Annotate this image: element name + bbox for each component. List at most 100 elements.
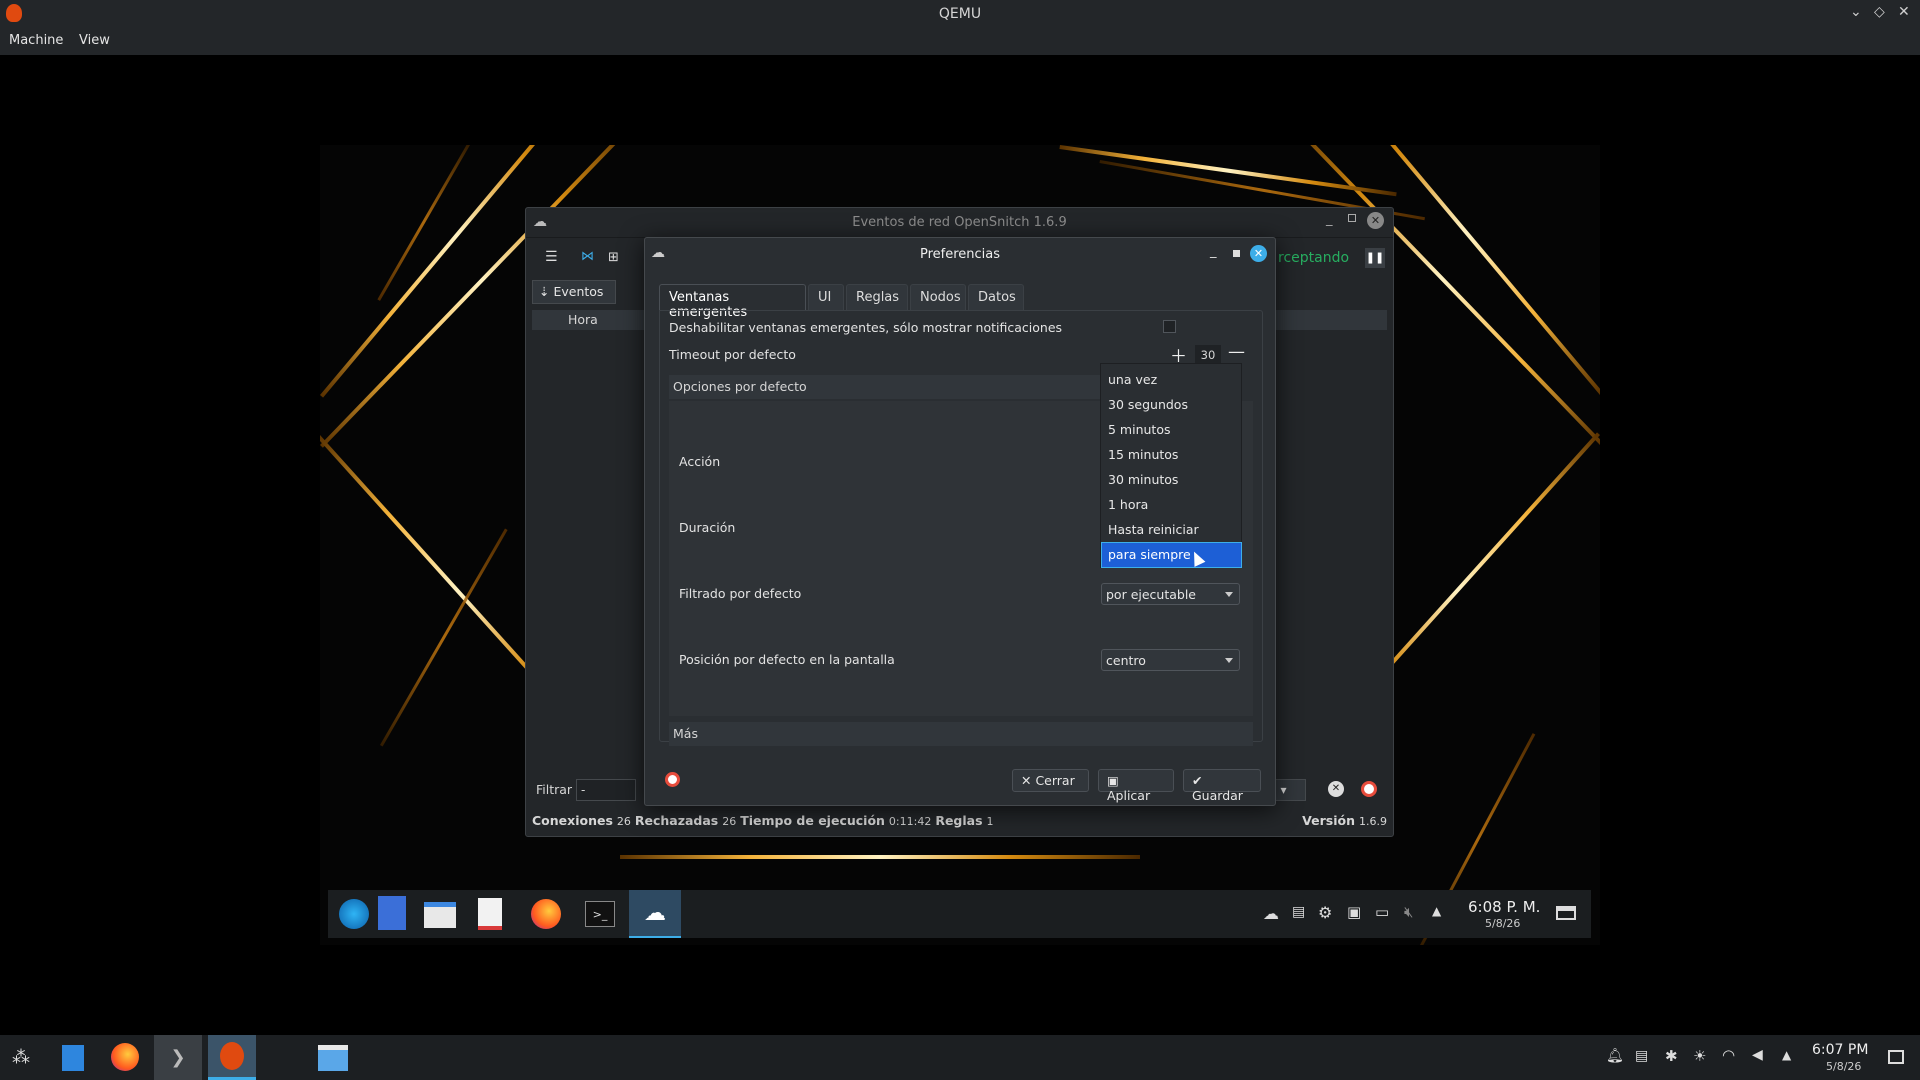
tray-mute-icon[interactable]: 🔇︎ xyxy=(1404,903,1413,921)
timeout-label: Timeout por defecto xyxy=(669,347,796,362)
more-section[interactable]: Más xyxy=(669,722,1253,746)
close-icon[interactable]: ✕ xyxy=(1367,212,1384,229)
delete-icon[interactable] xyxy=(1361,781,1377,797)
tray-expand-icon[interactable]: ▲ xyxy=(1782,1048,1791,1062)
timeout-decrease-button[interactable]: — xyxy=(1228,342,1245,362)
version-label: Versión xyxy=(1302,813,1356,828)
save-button-label: Guardar xyxy=(1192,788,1243,803)
vm-clock-date[interactable]: 5/8/26 xyxy=(1485,917,1520,930)
host-clock-date[interactable]: 5/8/26 xyxy=(1826,1060,1861,1073)
close-button[interactable]: ✕ Cerrar xyxy=(1012,769,1089,792)
duration-option[interactable]: 1 hora xyxy=(1102,493,1241,517)
disable-popups-checkbox[interactable] xyxy=(1163,320,1176,333)
tray-settings-icon[interactable]: ⚙ xyxy=(1318,903,1332,922)
new-rule-icon[interactable]: ⊞ xyxy=(608,250,619,265)
filter-default-combo[interactable]: por ejecutable xyxy=(1101,583,1240,605)
nodes-icon[interactable]: ⋈ xyxy=(581,249,594,264)
duration-option[interactable]: 30 segundos xyxy=(1102,393,1241,417)
vm-taskbar: >_ ☁ ☁ ▤ ⚙ ▣ ▭ 🔇︎ ▲ 6:08 P. M. 5/8/26 xyxy=(328,890,1591,938)
minimize-icon[interactable]: ⌄ xyxy=(1850,4,1862,20)
position-default-combo[interactable]: centro xyxy=(1101,649,1240,671)
tab-events[interactable]: ⇣ Eventos xyxy=(532,280,616,304)
tray-expand-icon[interactable]: ▲ xyxy=(1432,904,1441,918)
files-icon[interactable] xyxy=(424,902,456,928)
duration-option[interactable]: una vez xyxy=(1102,368,1241,392)
tray-bluetooth-icon[interactable]: ✱ xyxy=(1665,1047,1678,1065)
tab-rules[interactable]: Reglas xyxy=(846,284,908,310)
tray-clipboard-icon[interactable]: ▤ xyxy=(1292,904,1305,920)
menu-icon[interactable]: ☰ xyxy=(545,249,558,265)
firefox-icon[interactable] xyxy=(111,1043,139,1071)
tab-popups[interactable]: Ventanas emergentes xyxy=(659,284,806,320)
disk-icon[interactable] xyxy=(378,896,406,930)
tray-wifi-icon[interactable]: ◠ xyxy=(1722,1046,1735,1064)
close-icon[interactable]: ✕ xyxy=(1250,245,1267,262)
tab-events-label: Eventos xyxy=(553,284,604,299)
tray-notifications-icon[interactable]: 🔔︎ xyxy=(1606,1048,1624,1064)
tray-save-icon[interactable]: ▣ xyxy=(1347,903,1361,921)
minimize-icon[interactable]: _ xyxy=(1326,212,1333,227)
tray-cloud-icon[interactable]: ☁ xyxy=(1263,904,1279,923)
host-menubar: Machine View xyxy=(0,28,1920,55)
defaults-group-header: Opciones por defecto xyxy=(669,375,1139,399)
apply-button-label: Aplicar xyxy=(1107,788,1151,803)
timeout-value[interactable]: 30 xyxy=(1195,345,1221,365)
tab-data[interactable]: Datos xyxy=(968,284,1024,310)
chevron-down-icon xyxy=(1225,658,1233,663)
denied-label: Rechazadas xyxy=(634,813,719,828)
action-label: Acción xyxy=(679,454,721,469)
firefox-icon[interactable] xyxy=(531,899,561,929)
tray-brightness-icon[interactable]: ☀ xyxy=(1693,1047,1706,1065)
terminal-icon[interactable]: >_ xyxy=(585,901,615,927)
column-time[interactable]: Hora xyxy=(568,312,598,327)
duration-option[interactable]: 30 minutos xyxy=(1102,468,1241,492)
rules-label: Reglas xyxy=(935,813,983,828)
duration-option[interactable]: Hasta reiniciar xyxy=(1102,518,1241,542)
app-launcher-icon[interactable]: ⁂ xyxy=(12,1047,30,1068)
tab-ui[interactable]: UI xyxy=(808,284,844,310)
host-titlebar: QEMU ⌄ ◇ ✕ xyxy=(0,0,1920,28)
show-desktop-icon[interactable] xyxy=(1888,1050,1904,1064)
terminal-icon[interactable]: ❯ xyxy=(154,1035,202,1080)
tray-clipboard-icon[interactable]: ▤ xyxy=(1635,1048,1648,1064)
close-button-label: Cerrar xyxy=(1035,773,1075,788)
show-desktop-icon[interactable] xyxy=(1556,906,1576,920)
filter-input[interactable]: - xyxy=(576,779,636,801)
denied-value: 26 xyxy=(722,815,737,828)
host-clock-time[interactable]: 6:07 PM xyxy=(1812,1042,1868,1058)
duration-label: Duración xyxy=(679,520,736,535)
duration-option[interactable]: 15 minutos xyxy=(1102,443,1241,467)
clear-filter-icon[interactable]: ✕ xyxy=(1328,781,1344,797)
text-editor-icon[interactable] xyxy=(478,898,502,930)
apply-button[interactable]: ▣ Aplicar xyxy=(1098,769,1174,803)
duration-option[interactable]: 5 minutos xyxy=(1102,418,1241,442)
maximize-icon[interactable] xyxy=(1233,250,1240,257)
tray-volume-icon[interactable]: ◀ xyxy=(1752,1047,1763,1063)
chevron-down-icon xyxy=(1225,592,1233,597)
minimize-icon[interactable]: _ xyxy=(1210,244,1217,259)
qemu-icon[interactable] xyxy=(208,1035,256,1080)
menu-machine[interactable]: Machine xyxy=(9,33,63,48)
position-default-label: Posición por defecto en la pantalla xyxy=(679,652,895,667)
tray-display-icon[interactable]: ▭ xyxy=(1375,903,1389,921)
version-value: 1.6.9 xyxy=(1359,815,1387,828)
vm-clock-time[interactable]: 6:08 P. M. xyxy=(1468,898,1540,916)
cloud-icon: ☁ xyxy=(651,245,665,261)
filter-label: Filtrar xyxy=(536,782,573,797)
close-icon[interactable]: ✕ xyxy=(1898,4,1910,20)
duration-option-selected[interactable]: para siempre xyxy=(1101,542,1242,568)
main-window-title: Eventos de red OpenSnitch 1.6.9 xyxy=(526,208,1393,238)
pause-button[interactable]: ❚❚ xyxy=(1365,248,1385,268)
disk-icon[interactable] xyxy=(62,1045,84,1071)
files-icon[interactable] xyxy=(318,1045,348,1071)
tab-nodes[interactable]: Nodos xyxy=(910,284,966,310)
opensnitch-icon[interactable]: ☁ xyxy=(629,890,681,938)
maximize-icon[interactable] xyxy=(1348,214,1356,222)
maximize-icon[interactable]: ◇ xyxy=(1874,4,1885,20)
save-button[interactable]: ✔ Guardar xyxy=(1183,769,1261,803)
menu-view[interactable]: View xyxy=(79,33,110,48)
cloud-icon: ☁ xyxy=(533,214,547,230)
status-text: rceptando xyxy=(1278,250,1350,266)
browser-icon[interactable] xyxy=(339,899,369,929)
help-icon[interactable] xyxy=(665,772,680,787)
